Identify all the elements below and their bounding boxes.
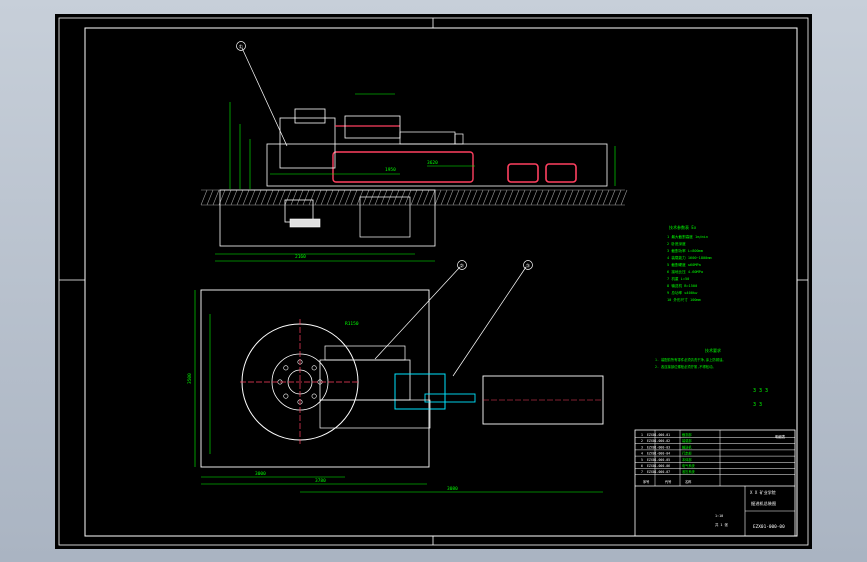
tech-line-2: 2 卧底深度 [667,241,686,246]
title-block: X X 矿业学院 掘进机总装图 1:10 共 1 张 EZX01-000-00 [635,485,795,536]
bom-row-code: EZX01-000-05 [647,458,670,462]
plan-dimension-labels: 3000 3780 3080 R1150 [255,321,458,492]
callout-2-label: ② [460,264,465,270]
dim-bottom-b: 3780 [315,478,326,484]
cutter-head [294,108,326,124]
dim-left-height: 3500 [187,373,193,384]
dim-top-len: 3620 [427,160,438,166]
bom-header: 明细表 [775,434,786,439]
tech-line-3: 3 截割功率 L=800mm [667,248,703,253]
hydraulic-unit [394,373,446,410]
plan-chassis [319,399,431,429]
boom-arm [344,115,401,139]
tech-line-6: 6 接地比压 4-60MPa [667,269,703,274]
bom-row-name: 液压系统 [682,469,696,474]
tech-line-9: 9 总功率 ≤400kw [667,290,698,295]
side-labels: 3 3 3 3 3 [753,388,768,408]
tech-line-8: 8 输送机 B=1500 [667,283,697,288]
side-dimension-labels: 2160 3620 1950 [295,160,438,260]
callout-1-leader [241,47,288,147]
conveyor-frame [332,151,474,183]
bom-row-number: 5 [641,458,643,462]
title-scale: 1:10 [715,514,723,518]
track-pad-2 [545,163,577,183]
notes-title: 技术要求 [705,347,721,353]
tech-title: 技术参数表 Ex [669,224,697,230]
title-company: X X 矿业学院 [750,489,776,495]
title-sheet: 共 1 张 [715,522,729,527]
bom-row-name: 本体部 [682,457,692,462]
hydraulic-cylinder [424,393,476,403]
bom-row-code: EZX01-000-07 [647,470,670,474]
hub-bolt [283,365,289,371]
callout-2-leader [374,266,461,360]
side-label-2: 3 3 [753,402,762,408]
bom-col-3: 名称 [685,479,692,484]
side-elevation-view: 2160 3620 1950 ① [200,41,628,262]
tech-line-5: 5 截割硬度 ≤60MPa [667,262,701,267]
tech-line-4: 4 装载能力 1600~1800mm [667,255,712,260]
dim-top-width-1: 2160 [295,254,306,260]
pit-chamber [359,196,411,238]
bom-row-name: 截割部 [682,432,692,437]
hub-bolt [311,393,317,399]
dim-top-width-2: 1950 [385,167,396,173]
bom-row-number: 2 [641,439,643,443]
title-drawing-number: EZX01-000-00 [753,524,785,530]
notes-line-2: 2. 各连接部位螺栓必须拧紧,不得松动。 [655,364,716,369]
bom-row-code: EZX01-000-01 [647,433,670,437]
dim-radius: R1150 [345,321,359,327]
dim-bottom-total: 3080 [447,486,458,492]
bracket [454,133,464,145]
callout-3-leader [452,266,527,377]
bom-row-code: EZX01-000-04 [647,452,670,456]
bom-row-number: 4 [641,452,643,456]
bom-row-code: EZX01-000-03 [647,445,670,449]
side-label-1: 3 3 3 [753,388,768,394]
bom-row-code: EZX01-000-02 [647,439,670,443]
bom-col-2: 代号 [665,479,671,484]
bom-table: 明细表 1 EZX01-000-01 截割部 2 EZX01-000-02 装载部 3 EZX… [634,429,796,537]
bom-row-code: EZX01-000-06 [647,464,670,468]
outer-border [58,17,809,546]
bom-row-number: 3 [641,445,643,449]
callout-1-label: ① [239,45,244,51]
callout-3-label: ③ [526,264,531,270]
hub-bolt [311,365,317,371]
bom-row-name: 输送机 [682,444,692,449]
bom-row-name: 行走部 [682,451,692,456]
turntable-plate [289,218,321,228]
foundation-pit [219,189,436,247]
plan-view: 3000 3780 3080 R1150 3500 ② ③ [187,260,604,493]
bom-col-1: 序号 [643,479,649,484]
cutter-housing [279,117,336,169]
dim-bottom-a: 3000 [255,471,266,477]
bom-row-number: 6 [641,464,643,468]
plan-loader [324,345,406,361]
bom-row-number: 1 [641,433,643,437]
tech-line-10: 10 外形尺寸 100mm [667,297,701,302]
tech-line-1: 1 最大截割高度 1m/min [667,234,708,239]
notes-line-1: 1. 装配前所有零件必须清洗干净,涂上防锈油。 [655,357,726,362]
title-name: 掘进机总装图 [751,500,776,507]
plan-dimensions [194,290,603,493]
track-pad-1 [507,163,539,183]
drawing-canvas: 2160 3620 1950 ① 3000 3780 3080 R1150 35… [58,17,809,546]
centering-marks [59,18,808,545]
plan-boom [319,359,411,401]
turntable-base [284,199,314,223]
tech-parameters: 技术参数表 Ex 1 最大截割高度 1m/min 2 卧底深度 3 截割功率 L… [667,224,712,302]
ground-hatch [200,189,628,206]
hub-bolt [283,393,289,399]
tech-line-7: 7 机重 L=50 [667,276,689,281]
notes: 技术要求 1. 装配前所有零件必须清洗干净,涂上防锈油。 2. 各连接部位螺栓必… [655,347,726,369]
bom-row-number: 7 [641,470,643,474]
drawing-sheet: 2160 3620 1950 ① 3000 3780 3080 R1150 35… [55,14,812,549]
bom-row-name: 装载部 [682,438,692,443]
cad-viewer: 2160 3620 1950 ① 3000 3780 3080 R1150 35… [0,0,867,562]
bom-row-name: 电气系统 [682,463,696,468]
loader-arm [399,131,456,145]
